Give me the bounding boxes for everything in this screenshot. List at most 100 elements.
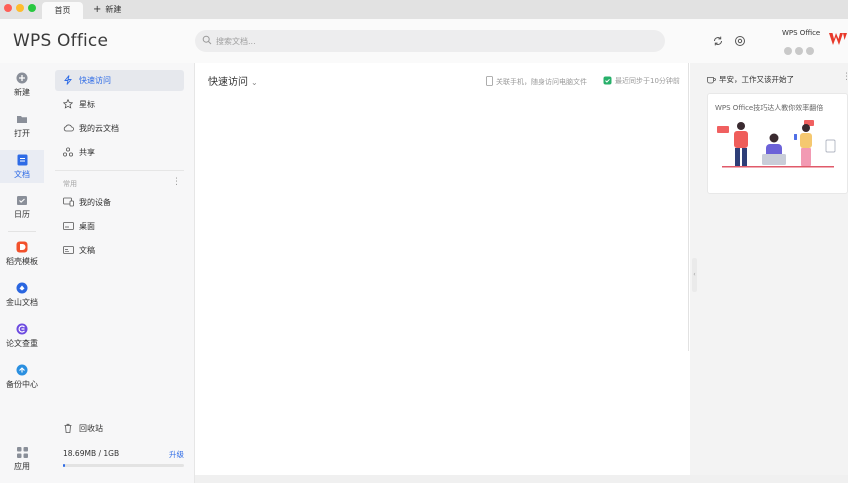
tips-card[interactable]: WPS Office技巧达人教你效率翻倍 <box>707 93 848 194</box>
rail-label: 稻壳模板 <box>6 257 38 266</box>
apps-grid-icon <box>16 447 28 458</box>
desktop-icon <box>63 222 74 230</box>
sync-status[interactable]: 最近同步于10分钟前 <box>603 76 680 86</box>
coffee-cup-icon <box>707 77 716 84</box>
trash-icon <box>64 423 72 433</box>
nav-label: 快速访问 <box>79 76 111 85</box>
rail-item-documents[interactable]: 文档 <box>0 150 44 183</box>
nav-label: 文稿 <box>79 246 95 255</box>
rail-label: 日历 <box>14 210 30 219</box>
lightning-icon <box>64 75 72 85</box>
minimize-window-button[interactable] <box>16 4 24 12</box>
rail-label: 金山文档 <box>6 298 38 307</box>
nav-label: 星标 <box>79 100 95 109</box>
nav-item-cloud-docs[interactable]: 我的云文档 <box>55 118 184 139</box>
rail-item-paper-check[interactable]: 论文查重 <box>0 323 44 355</box>
nav-item-shared[interactable]: 共享 <box>55 142 184 163</box>
documents-folder-icon <box>63 246 74 254</box>
nav-item-quick-access[interactable]: 快速访问 <box>55 70 184 91</box>
header: WPS Office 搜索文档... WPS Office <box>0 19 848 63</box>
account-name[interactable]: WPS Office <box>782 29 820 37</box>
paper-check-icon <box>16 323 28 335</box>
new-tab-label: 新建 <box>105 5 122 14</box>
zoom-window-button[interactable] <box>28 4 36 12</box>
folder-icon <box>17 116 27 123</box>
account-badges <box>784 40 817 59</box>
storage-bar <box>63 464 184 467</box>
nav-item-starred[interactable]: 星标 <box>55 94 184 115</box>
rail-label: 论文查重 <box>6 339 38 348</box>
rail-label: 应用 <box>14 462 30 471</box>
tab-home[interactable]: 首页 <box>42 2 83 19</box>
star-icon <box>63 99 73 109</box>
storage-text: 18.69MB / 1GB <box>63 449 120 458</box>
main-panel: 快速访问 ⌄ 关联手机，随身访问电脑文件 最近同步于10分钟前 <box>195 63 690 475</box>
rail-item-kingsoft-docs[interactable]: 金山文档 <box>0 282 44 314</box>
wps-logo-icon[interactable] <box>829 32 847 46</box>
phone-icon <box>486 76 493 86</box>
upgrade-link[interactable]: 升级 <box>169 449 184 460</box>
storage-usage: 18.69MB / 1GB 升级 <box>63 449 184 467</box>
badge-icon <box>806 47 814 55</box>
nav-item-documents[interactable]: 文稿 <box>55 240 184 261</box>
nav-item-recycle-bin[interactable]: 回收站 <box>55 418 184 439</box>
collapse-panel-handle[interactable]: ‹ <box>692 258 697 292</box>
plus-icon: + <box>93 4 102 15</box>
search-input[interactable]: 搜索文档... <box>195 30 665 52</box>
rail-item-backup[interactable]: 备份中心 <box>0 364 44 396</box>
quick-access-dropdown[interactable]: 快速访问 ⌄ <box>208 73 258 88</box>
panel-divider <box>688 63 689 351</box>
chevron-down-icon: ⌄ <box>251 78 258 87</box>
device-icon <box>63 197 74 207</box>
search-placeholder: 搜索文档... <box>216 37 256 46</box>
sync-icon[interactable] <box>712 35 724 47</box>
badge-icon <box>784 47 792 55</box>
kingsoft-docs-icon <box>16 282 28 294</box>
rail-item-apps[interactable]: 应用 <box>0 447 44 479</box>
nav-label: 我的云文档 <box>79 124 119 133</box>
link-phone-button[interactable]: 关联手机，随身访问电脑文件 <box>486 76 587 87</box>
calendar-icon <box>17 196 27 205</box>
close-window-button[interactable] <box>4 4 12 12</box>
left-rail: 新建 打开 文档 日历 稻壳模板 金山文档 论文查重 备份中心 应用 <box>0 63 44 483</box>
tips-card-title: WPS Office技巧达人教你效率翻倍 <box>715 104 824 112</box>
badge-icon <box>795 47 803 55</box>
nav-label: 回收站 <box>79 424 103 433</box>
search-icon <box>202 35 212 45</box>
rail-item-new[interactable]: 新建 <box>0 72 44 104</box>
rail-divider <box>8 231 36 232</box>
share-icon <box>63 147 73 157</box>
cloud-sync-icon <box>603 76 612 85</box>
rail-label: 打开 <box>14 129 30 138</box>
rail-item-open[interactable]: 打开 <box>0 113 44 145</box>
bottom-strip <box>195 475 848 483</box>
settings-icon[interactable] <box>734 35 746 47</box>
rail-label: 文档 <box>14 170 30 179</box>
sync-status-text: 最近同步于10分钟前 <box>615 77 680 85</box>
nav-item-desktop[interactable]: 桌面 <box>55 216 184 237</box>
nav-label: 我的设备 <box>79 198 111 207</box>
main-title: 快速访问 <box>208 77 248 88</box>
cloud-icon <box>63 124 74 132</box>
nav-label: 桌面 <box>79 222 95 231</box>
greeting-text: 早安，工作又该开始了 <box>719 75 794 84</box>
nav-item-my-device[interactable]: 我的设备 <box>55 192 184 213</box>
more-icon[interactable]: ⋮ <box>172 177 181 187</box>
rail-item-docer[interactable]: 稻壳模板 <box>0 241 44 273</box>
new-tab-button[interactable]: + 新建 <box>93 3 121 17</box>
storage-bar-fill <box>63 464 66 467</box>
nav-divider <box>55 170 184 171</box>
nav-section-common: 常用 <box>63 180 77 188</box>
nav-panel: 快速访问 星标 我的云文档 共享 常用 ⋮ 我的设备 桌面 文稿 回收站 18.… <box>44 63 195 483</box>
rail-label: 新建 <box>14 88 30 97</box>
link-phone-text: 关联手机，随身访问电脑文件 <box>496 78 587 86</box>
tab-strip: 首页 + 新建 <box>0 0 848 19</box>
plus-circle-icon <box>16 72 28 84</box>
backup-icon <box>16 364 28 376</box>
greeting: 早安，工作又该开始了 <box>707 74 794 85</box>
more-icon[interactable]: ⋮ <box>842 72 848 82</box>
rail-item-calendar[interactable]: 日历 <box>0 194 44 226</box>
app-title: WPS Office <box>13 31 109 51</box>
docer-icon <box>16 241 28 253</box>
rail-label: 备份中心 <box>6 380 38 389</box>
